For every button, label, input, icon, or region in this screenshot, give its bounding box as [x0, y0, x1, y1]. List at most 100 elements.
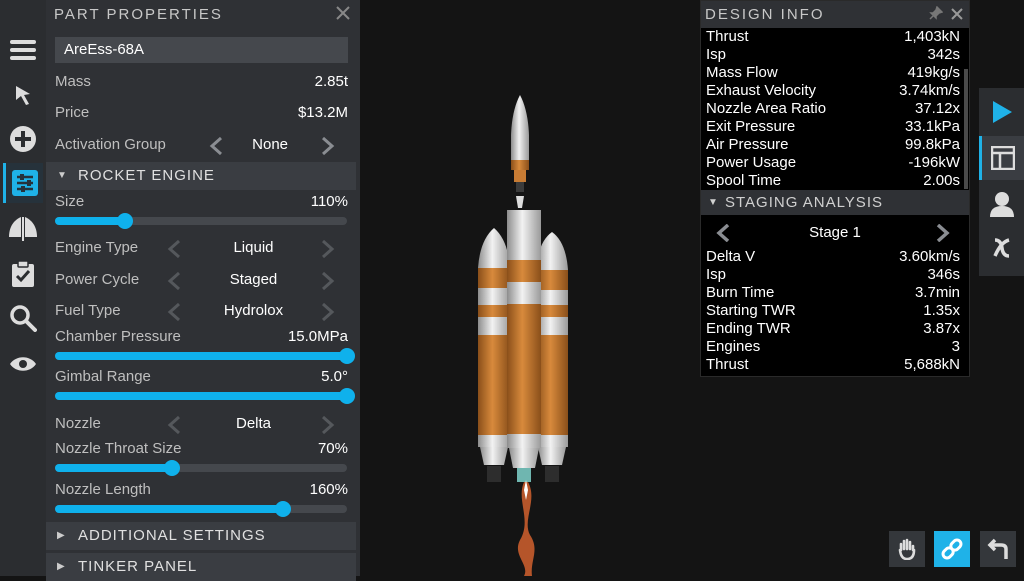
chevron-left-icon[interactable] [167, 271, 181, 294]
symmetry-icon[interactable] [3, 209, 43, 249]
engine-type-row: Engine Type Liquid [55, 239, 348, 259]
chevron-right-icon[interactable] [321, 302, 335, 325]
stat-label: Engines [706, 338, 761, 355]
size-slider[interactable] [55, 213, 347, 229]
tinker-panel-section[interactable]: ▶ TINKER PANEL [46, 553, 356, 581]
chamber-pressure-slider[interactable] [55, 348, 355, 364]
nozzle-length-slider[interactable] [55, 501, 347, 517]
stage-selector: Stage 1 [701, 221, 969, 245]
chevron-left-icon[interactable] [167, 302, 181, 325]
nozzle-throat-value: 70% [317, 440, 348, 457]
stat-row: Burn Time 3.7min [706, 284, 960, 302]
person-icon[interactable] [979, 182, 1024, 226]
activation-value: None [252, 136, 288, 153]
stat-row: Starting TWR 1.35x [706, 302, 960, 320]
chevron-right-icon[interactable] [321, 136, 335, 159]
menu-icon[interactable] [3, 30, 43, 70]
link-icon[interactable] [934, 531, 970, 567]
chevron-right-icon[interactable] [321, 415, 335, 438]
stat-label: Starting TWR [706, 302, 796, 319]
stat-value: 3 [951, 338, 960, 355]
collapse-arrow-icon: ▼ [57, 170, 68, 181]
chevron-right-icon[interactable] [321, 239, 335, 262]
stat-value: -196kW [908, 154, 960, 171]
add-part-icon[interactable] [3, 119, 43, 159]
play-icon[interactable] [979, 90, 1024, 134]
variables-icon[interactable] [979, 226, 1024, 270]
nozzle-label: Nozzle [55, 415, 101, 432]
size-row: Size 110% [55, 193, 348, 210]
price-label: Price [55, 104, 90, 121]
panel-header: PART PROPERTIES [46, 0, 360, 28]
chevron-right-icon[interactable] [935, 223, 951, 250]
additional-settings-section[interactable]: ▶ ADDITIONAL SETTINGS [46, 522, 356, 550]
layout-icon[interactable] [979, 136, 1024, 180]
stat-value: 1.35x [923, 302, 960, 319]
activation-label: Activation Group [55, 136, 166, 153]
nozzle-throat-row: Nozzle Throat Size 70% [55, 440, 348, 457]
size-value: 110% [310, 193, 348, 210]
stat-value: 346s [927, 266, 960, 283]
part-name-field[interactable]: AreEss-68A [55, 37, 348, 63]
stat-value: 419kg/s [907, 64, 960, 81]
stat-label: Isp [706, 266, 727, 283]
chevron-left-icon[interactable] [167, 415, 181, 438]
search-icon[interactable] [3, 298, 43, 338]
stat-label: Thrust [706, 28, 749, 45]
rocket-engine-section[interactable]: ▼ ROCKET ENGINE [46, 162, 356, 190]
fuel-type-label: Fuel Type [55, 302, 121, 319]
close-icon[interactable] [336, 6, 350, 24]
rocket-model[interactable] [460, 90, 590, 576]
chevron-right-icon[interactable] [321, 271, 335, 294]
chamber-pressure-row: Chamber Pressure 15.0MPa [55, 328, 348, 345]
gimbal-range-label: Gimbal Range [55, 368, 151, 385]
hand-icon[interactable] [889, 531, 925, 567]
stat-label: Spool Time [706, 172, 782, 189]
chevron-left-icon[interactable] [715, 223, 731, 250]
collapse-arrow-icon: ▼ [708, 197, 719, 208]
stat-value: 3.7min [914, 284, 960, 301]
stat-value: 5,688kN [904, 356, 960, 373]
stat-row: Isp 346s [706, 266, 960, 284]
stat-row: Power Usage -196kW [706, 154, 960, 172]
gimbal-range-value: 5.0° [321, 368, 348, 385]
stat-row: Mass Flow 419kg/s [706, 64, 960, 82]
rocket-engine-title: ROCKET ENGINE [78, 167, 215, 184]
stat-label: Burn Time [706, 284, 775, 301]
price-row: Price $13.2M [55, 104, 348, 121]
stat-value: 33.1kPa [904, 118, 960, 135]
design-info-title: DESIGN INFO [705, 6, 825, 23]
visibility-icon[interactable] [3, 344, 43, 384]
stat-value: 1,403kN [904, 28, 960, 45]
stat-value: 3.74km/s [899, 82, 960, 99]
stat-row: Exhaust Velocity 3.74km/s [706, 82, 960, 100]
stat-row: Thrust 1,403kN [706, 28, 960, 46]
scrollbar[interactable] [964, 69, 968, 189]
undo-icon[interactable] [980, 531, 1016, 567]
cursor-icon[interactable] [3, 75, 43, 115]
size-label: Size [55, 193, 85, 210]
design-info-header: DESIGN INFO [701, 1, 969, 28]
nozzle-throat-slider[interactable] [55, 460, 347, 476]
gimbal-range-slider[interactable] [55, 388, 355, 404]
stat-row: Ending TWR 3.87x [706, 320, 960, 338]
pin-icon[interactable] [929, 2, 944, 29]
engine-type-value: Liquid [233, 239, 274, 256]
chevron-left-icon[interactable] [209, 136, 223, 159]
nozzle-length-row: Nozzle Length 160% [55, 481, 348, 498]
stat-row: Thrust 5,688kN [706, 356, 960, 374]
stat-value: 2.00s [923, 172, 960, 189]
part-properties-icon[interactable] [3, 163, 43, 203]
stat-value: 3.87x [923, 320, 960, 337]
nozzle-throat-label: Nozzle Throat Size [55, 440, 182, 457]
checklist-icon[interactable] [3, 254, 43, 294]
stat-label: Power Usage [706, 154, 797, 171]
close-icon[interactable] [951, 2, 963, 29]
staging-analysis-section[interactable]: ▼ STAGING ANALYSIS [701, 190, 969, 215]
design-info-panel: DESIGN INFO Thrust 1,403kN Isp 342s Mass Flo… [700, 0, 970, 377]
chamber-pressure-label: Chamber Pressure [55, 328, 181, 345]
part-properties-panel: PART PROPERTIES AreEss-68A Mass 2.85t Pr… [46, 0, 360, 581]
stat-label: Exit Pressure [706, 118, 796, 135]
chevron-left-icon[interactable] [167, 239, 181, 262]
right-toolbar [979, 88, 1024, 276]
